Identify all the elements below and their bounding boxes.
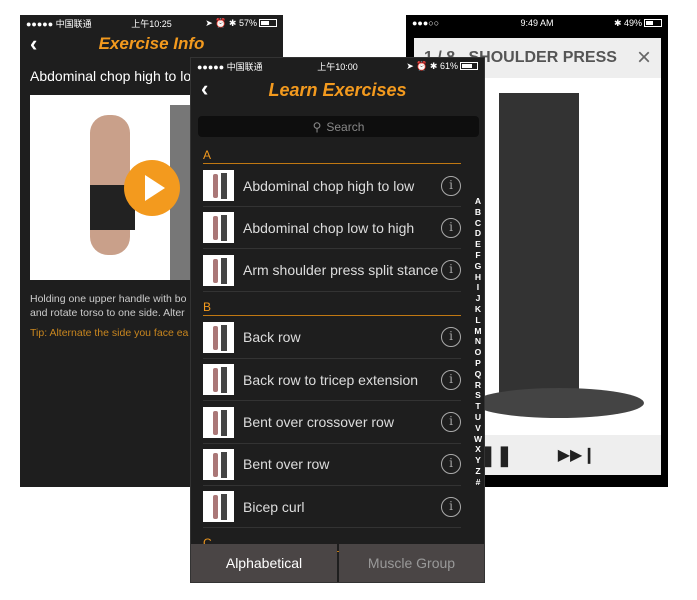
list-item[interactable]: Bicep curl i [203, 486, 461, 529]
machine-image [499, 93, 579, 413]
exercise-thumbnail [203, 170, 234, 201]
page-title: Exercise Info [98, 34, 205, 53]
section-header: B [203, 300, 461, 316]
exercise-thumbnail [203, 212, 234, 244]
index-letter[interactable]: J [471, 293, 484, 304]
exercise-label: Abdominal chop low to high [243, 219, 415, 236]
index-letter[interactable]: S [471, 390, 484, 401]
index-letter[interactable]: L [471, 315, 484, 326]
status-bar: ●●●●● 中国联通 上午10:00 ➤ ⏰ ✱ 61% [191, 58, 484, 74]
index-letter[interactable]: N [471, 336, 484, 347]
index-letter[interactable]: A [471, 196, 484, 207]
index-letter[interactable]: W [471, 434, 484, 445]
index-letter[interactable]: G [471, 261, 484, 272]
skip-next-button[interactable]: ▶▶❙ [558, 445, 596, 465]
index-letter[interactable]: K [471, 304, 484, 315]
list-item[interactable]: Back row to tricep extension i [203, 359, 461, 402]
list-item[interactable]: Abdominal chop low to high i [203, 207, 461, 250]
tab-muscle-group[interactable]: Muscle Group [339, 544, 484, 582]
index-letter[interactable]: H [471, 272, 484, 283]
exercise-thumbnail [203, 364, 234, 396]
info-icon[interactable]: i [441, 175, 461, 196]
info-icon[interactable]: i [441, 260, 461, 281]
index-letter[interactable]: P [471, 358, 484, 369]
exercise-name: Abdominal chop high to low [30, 68, 202, 84]
index-letter[interactable]: M [471, 326, 484, 337]
close-button[interactable]: × [637, 44, 651, 72]
section-header: A [203, 148, 461, 164]
exercise-label: Arm shoulder press split stance [243, 262, 439, 279]
list-item[interactable]: Bent over row i [203, 444, 461, 486]
exercise-thumbnail [203, 406, 234, 438]
info-icon[interactable]: i [441, 327, 461, 348]
index-letter[interactable]: T [471, 401, 484, 412]
index-letter[interactable]: E [471, 239, 484, 250]
index-letter[interactable]: C [471, 218, 484, 229]
info-icon[interactable]: i [441, 369, 461, 390]
exercise-thumbnail [203, 448, 234, 480]
exercise-thumbnail [203, 491, 234, 523]
tab-alphabetical[interactable]: Alphabetical [191, 544, 337, 582]
index-letter[interactable]: O [471, 347, 484, 358]
index-letter[interactable]: # [471, 477, 484, 488]
search-icon: ⚲ [312, 119, 322, 134]
list-item[interactable]: Abdominal chop high to low i [203, 165, 461, 207]
info-icon[interactable]: i [441, 217, 461, 238]
play-button[interactable] [124, 160, 180, 216]
exercise-label: Back row to tricep extension [243, 371, 419, 388]
index-letter[interactable]: D [471, 228, 484, 239]
index-letter[interactable]: Z [471, 466, 484, 477]
status-bar: ●●●●● 中国联通 上午10:25 ➤ ⏰ ✱ 57% [20, 15, 283, 31]
index-letter[interactable]: Q [471, 369, 484, 380]
exercise-thumbnail [203, 321, 234, 353]
index-letter[interactable]: F [471, 250, 484, 261]
battery-icon [460, 62, 478, 71]
index-letter[interactable]: Y [471, 455, 484, 466]
exercise-label: Bent over row [243, 456, 330, 473]
index-letter[interactable]: U [471, 412, 484, 423]
search-input[interactable]: ⚲ Search [198, 116, 479, 137]
info-icon[interactable]: i [441, 454, 461, 475]
tip-text: Tip: Alternate the side you face ea [30, 327, 189, 339]
list-item[interactable]: Arm shoulder press split stance i [203, 250, 461, 292]
exercise-label: Abdominal chop high to low [243, 177, 415, 194]
list-item[interactable]: Back row i [203, 317, 461, 359]
page-title: Learn Exercises [268, 80, 407, 100]
alphabet-index[interactable]: A B C D E F G H I J K L M N O P Q R S T U V W X Y Z # [471, 196, 484, 488]
battery-icon [644, 19, 662, 28]
pause-button[interactable]: ❚❚ [479, 443, 513, 468]
index-letter[interactable]: B [471, 207, 484, 218]
info-icon[interactable]: i [441, 412, 461, 432]
exercise-label: Bicep curl [243, 498, 305, 515]
status-bar: ●●●○○ 9:49 AM ✱ 49% [406, 15, 668, 31]
exercise-thumbnail [203, 254, 234, 286]
index-letter[interactable]: V [471, 423, 484, 434]
index-letter[interactable]: R [471, 380, 484, 391]
learn-exercises-screen: ●●●●● 中国联通 上午10:00 ➤ ⏰ ✱ 61% ‹ Learn Exe… [191, 58, 484, 582]
info-icon[interactable]: i [441, 496, 461, 517]
exercise-label: Bent over crossover row [243, 414, 394, 430]
play-icon [145, 175, 165, 201]
list-item[interactable]: Bent over crossover row i [203, 402, 461, 444]
index-letter[interactable]: I [471, 282, 484, 293]
exercise-label: Back row [243, 329, 301, 346]
battery-icon [259, 19, 277, 28]
index-letter[interactable]: X [471, 444, 484, 455]
